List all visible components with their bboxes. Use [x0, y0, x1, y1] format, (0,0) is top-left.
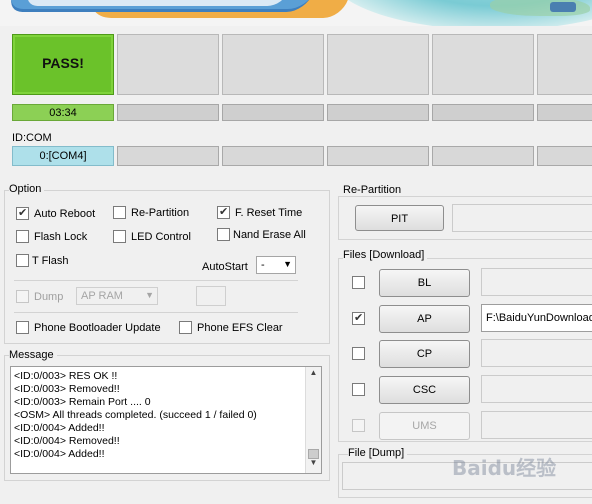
com-port-empty [222, 146, 324, 166]
dump-target-select[interactable]: AP RAM ▼ [76, 287, 158, 305]
message-log[interactable]: <ID:0/003> RES OK !! <ID:0/003> Removed!… [10, 366, 322, 474]
id-com-label: ID:COM [12, 132, 52, 144]
repartition-title: Re-Partition [343, 184, 405, 196]
progress-time: 03:34 [49, 107, 77, 119]
chevron-down-icon: ▼ [145, 290, 154, 300]
com-port-active: 0:[COM4] [12, 146, 114, 166]
csc-button-label: CSC [412, 384, 437, 396]
port-status-pass: PASS! [12, 34, 114, 95]
progress-bar [222, 104, 324, 121]
ums-path-field[interactable] [481, 411, 592, 439]
com-port-text: 0:[COM4] [39, 150, 87, 162]
t-flash-checkbox[interactable] [16, 254, 29, 267]
flash-lock-label: Flash Lock [34, 231, 88, 243]
auto-reboot-label: Auto Reboot [34, 208, 96, 220]
csc-path-field[interactable] [481, 375, 592, 403]
t-flash-label: T Flash [32, 255, 69, 267]
ums-checkbox[interactable] [352, 419, 365, 432]
phone-bootloader-update-label: Phone Bootloader Update [34, 322, 161, 334]
progress-bar [537, 104, 592, 121]
com-port-empty [432, 146, 534, 166]
log-line: <ID:0/004> Added!! [14, 448, 105, 460]
re-partition-label: Re-Partition [131, 207, 190, 219]
cp-checkbox[interactable] [352, 347, 365, 360]
autostart-value: - [261, 259, 265, 271]
f-reset-time-label: F. Reset Time [235, 207, 303, 219]
port-status-empty [537, 34, 592, 95]
port-status-area: PASS! 03:34 ID:COM 0:[COM4] [0, 26, 592, 176]
pit-button[interactable]: PIT [355, 205, 444, 231]
message-scrollbar[interactable]: ▲ ▼ [305, 367, 321, 473]
bl-checkbox[interactable] [352, 276, 365, 289]
phone-efs-clear-checkbox[interactable] [179, 321, 192, 334]
bl-button-label: BL [417, 277, 432, 289]
nand-erase-all-label: Nand Erase All [233, 229, 306, 241]
logo-icon [550, 2, 576, 12]
log-line: <ID:0/003> Removed!! [14, 383, 120, 395]
dump-target-value: AP RAM [81, 290, 123, 302]
bl-button[interactable]: BL [379, 269, 470, 297]
option-divider [14, 312, 298, 313]
message-title: Message [9, 349, 57, 361]
autostart-select[interactable]: - ▼ [256, 256, 296, 274]
phone-efs-clear-label: Phone EFS Clear [197, 322, 283, 334]
cp-button-label: CP [416, 348, 433, 360]
baidu-watermark: Baidu经验 [452, 456, 557, 480]
re-partition-checkbox[interactable] [113, 206, 126, 219]
led-control-label: LED Control [131, 231, 191, 243]
led-control-checkbox[interactable] [113, 230, 126, 243]
dump-checkbox[interactable] [16, 290, 29, 303]
log-line: <ID:0/004> Added!! [14, 422, 105, 434]
pit-button-label: PIT [390, 213, 409, 225]
port-status-empty [432, 34, 534, 95]
header-banner [0, 0, 592, 26]
autostart-label: AutoStart [202, 261, 248, 273]
file-dump-title: File [Dump] [348, 447, 408, 459]
ap-button-label: AP [417, 313, 432, 325]
bl-path-field[interactable] [481, 268, 592, 296]
scroll-down-icon[interactable]: ▼ [306, 458, 321, 472]
ap-checkbox[interactable] [352, 311, 365, 325]
cp-path-field[interactable] [481, 339, 592, 367]
cp-button[interactable]: CP [379, 340, 470, 368]
progress-bar [117, 104, 219, 121]
ap-path-text: F:\BaiduYunDownload\ [486, 312, 592, 324]
chevron-down-icon: ▼ [283, 259, 292, 269]
com-port-empty [327, 146, 429, 166]
log-line: <ID:0/003> Remain Port .... 0 [14, 396, 151, 408]
ap-path-field[interactable]: F:\BaiduYunDownload\ [481, 304, 592, 332]
log-line: <OSM> All threads completed. (succeed 1 … [14, 409, 257, 421]
csc-checkbox[interactable] [352, 383, 365, 396]
option-divider [14, 280, 298, 281]
dump-label: Dump [34, 291, 64, 303]
scroll-up-icon[interactable]: ▲ [306, 368, 321, 382]
flash-lock-checkbox[interactable] [16, 230, 29, 243]
option-title: Option [9, 183, 45, 195]
port-status-empty [222, 34, 324, 95]
ums-button-label: UMS [412, 420, 437, 432]
port-status-empty [327, 34, 429, 95]
ums-button[interactable]: UMS [379, 412, 470, 440]
pass-label: PASS! [42, 55, 84, 71]
pit-path-field[interactable] [452, 204, 592, 232]
dump-id-field[interactable] [196, 286, 226, 306]
auto-reboot-checkbox[interactable] [16, 206, 29, 220]
phone-bootloader-update-checkbox[interactable] [16, 321, 29, 334]
banner-highlight-shape [23, 0, 297, 6]
log-line: <ID:0/004> Removed!! [14, 435, 120, 447]
progress-bar [432, 104, 534, 121]
com-port-empty [117, 146, 219, 166]
log-line: <ID:0/003> RES OK !! [14, 370, 118, 382]
com-port-empty [537, 146, 592, 166]
port-status-empty [117, 34, 219, 95]
progress-bar [327, 104, 429, 121]
csc-button[interactable]: CSC [379, 376, 470, 404]
nand-erase-all-checkbox[interactable] [217, 228, 230, 241]
files-download-title: Files [Download] [343, 249, 428, 261]
ap-button[interactable]: AP [379, 305, 470, 333]
f-reset-time-checkbox[interactable] [217, 205, 230, 219]
progress-bar-complete: 03:34 [12, 104, 114, 121]
